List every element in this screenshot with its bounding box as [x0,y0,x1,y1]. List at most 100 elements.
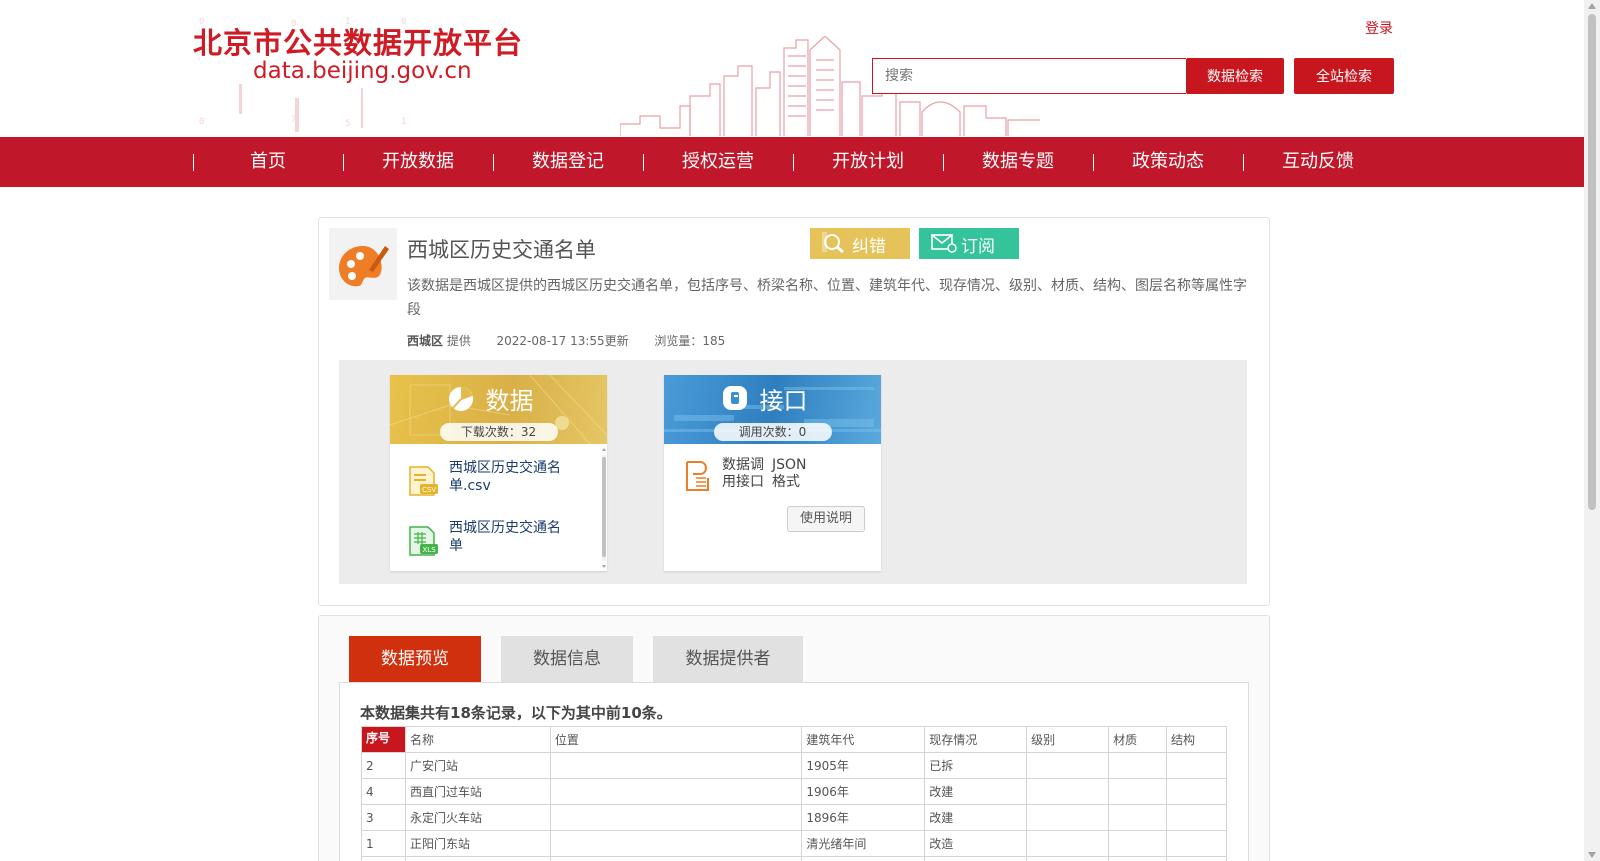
table-cell [549,778,803,805]
tab-data-info[interactable]: 数据信息 [501,636,633,682]
api-link-row[interactable]: 数据调用接口 JSON格式 [684,457,874,497]
dataset-provider[interactable]: 西城区 [407,334,443,348]
table-cell [1108,830,1167,857]
api-format: JSON格式 [772,457,807,490]
nav-item-policy-news[interactable]: 政策动态 [1093,137,1243,187]
dataset-title: 西城区历史交通名单 [407,238,596,262]
table-cell [1108,804,1167,831]
subscribe-label: 订阅 [961,237,995,257]
nav-item-data-registration[interactable]: 数据登记 [493,137,643,187]
data-search-button[interactable]: 数据检索 [1186,58,1284,94]
column-header[interactable]: 级别 [1026,726,1110,753]
dataset-updated-time: 2022-08-17 13:55更新 [496,334,629,348]
search-input[interactable] [872,58,1186,94]
svg-text:0: 0 [199,117,204,127]
table-cell: 已拆 [924,752,1028,779]
api-resource-box: 接口 调用次数：0 数据调用接口 JSON格式 使用说明 [664,375,881,571]
table-cell [1108,752,1167,779]
palette-icon [339,246,389,287]
nav-item-data-topics[interactable]: 数据专题 [943,137,1093,187]
table-cell [1166,830,1227,857]
column-header[interactable]: 名称 [404,726,551,753]
table-cell [1026,804,1110,831]
scrollbar-thumb[interactable] [602,457,606,557]
scroll-up-arrow[interactable] [1588,3,1596,9]
table-cell: 1896年 [801,804,926,831]
csv-file-icon: CSV [409,466,438,496]
table-cell [549,830,803,857]
table-cell [1026,752,1110,779]
site-logo-url[interactable]: data.beijing.gov.cn [253,58,472,84]
column-header[interactable]: 现存情况 [924,726,1028,753]
api-document-icon [686,461,709,491]
correct-error-button[interactable]: 纠错 [810,228,910,259]
table-cell [1166,804,1227,831]
api-usage-guide-button[interactable]: 使用说明 [787,506,865,532]
column-header[interactable]: 位置 [549,726,803,753]
resource-panel: 数据 下载次数：32 CSV 西城区历史交通名单.csv XLS 西城区历史交通… [339,360,1247,584]
dataset-card: 西城区历史交通名单 纠错 订阅 该数据是西城区提供的西城区历史交通名单，包括序号… [318,217,1270,606]
table-cell: 改建 [924,778,1028,805]
nav-item-home[interactable]: 首页 [193,137,343,187]
magnifier-icon [822,232,844,254]
table-cell [924,856,1028,861]
table-cell [1166,752,1227,779]
table-cell: 1906年 [801,778,926,805]
api-label: 数据调用接口 [722,457,764,490]
site-logo-title[interactable]: 北京市公共数据开放平台 [193,20,523,62]
table-cell [1166,856,1227,861]
login-link[interactable]: 登录 [1365,18,1393,38]
dataset-detail-card: 数据预览 数据信息 数据提供者 本数据集共有18条记录，以下为其中前10条。 序… [318,615,1270,861]
table-cell: 改造 [924,830,1028,857]
csv-file-name: 西城区历史交通名单.csv [449,460,561,494]
page: 0010 0751 北京市公共数据开放平台 data.beijing.gov.c… [0,0,1600,861]
api-resource-title: 接口 [759,387,808,415]
nav-item-open-plan[interactable]: 开放计划 [793,137,943,187]
page-scrollbar[interactable] [1584,0,1600,861]
scrollbar-thumb[interactable] [1588,14,1596,510]
table-row: 4 西直门过车站 1906年 改建 [361,778,1227,805]
column-header[interactable]: 结构 [1166,726,1227,753]
table-cell [1026,778,1110,805]
table-cell: 3 [361,804,406,831]
svg-text:XLS: XLS [423,546,437,554]
scroll-down-arrow[interactable] [1588,852,1596,858]
table-cell: 西直门过车站 [404,778,551,805]
table-row: 2 广安门站 1905年 已拆 [361,752,1227,779]
preview-table: 序号 名称 位置 建筑年代 现存情况 级别 材质 结构 2 广安门站 1905年… [361,726,1227,861]
nav-item-feedback[interactable]: 互动反馈 [1243,137,1393,187]
data-resource-box: 数据 下载次数：32 CSV 西城区历史交通名单.csv XLS 西城区历史交通… [390,375,607,571]
tab-data-provider[interactable]: 数据提供者 [653,636,803,682]
nav-item-open-data[interactable]: 开放数据 [343,137,493,187]
dataset-view-count: 浏览量：185 [654,334,726,348]
data-preview-panel: 本数据集共有18条记录，以下为其中前10条。 序号 名称 位置 建筑年代 现存情… [339,682,1249,861]
table-cell [549,804,803,831]
table-cell: 正阳门东站 [404,830,551,857]
file-list-scrollbar[interactable] [601,445,607,571]
mail-icon [931,234,957,253]
table-cell [1026,856,1110,861]
svg-text:1: 1 [401,117,406,127]
table-cell [549,752,803,779]
api-call-count-badge: 调用次数：0 [713,423,832,441]
table-cell: 1 [361,830,406,857]
download-count-badge: 下载次数：32 [439,423,558,441]
csv-file-link[interactable]: CSV 西城区历史交通名单.csv [408,459,588,503]
xls-file-icon: XLS [409,526,438,556]
column-header[interactable]: 序号 [361,726,406,753]
column-header[interactable]: 材质 [1108,726,1167,753]
site-search-button[interactable]: 全站检索 [1294,58,1394,94]
table-cell [361,856,406,861]
main-nav: 首页 开放数据 数据登记 授权运营 开放计划 数据专题 政策动态 互动反馈 [0,137,1584,187]
subscribe-button[interactable]: 订阅 [919,228,1019,259]
column-header[interactable]: 建筑年代 [801,726,926,753]
dataset-meta: 西城区 提供 2022-08-17 13:55更新 浏览量：185 [407,332,725,349]
tab-data-preview[interactable]: 数据预览 [349,636,481,682]
table-cell [1108,856,1167,861]
table-cell [549,856,803,861]
table-cell: 改建 [924,804,1028,831]
nav-item-authorized-operation[interactable]: 授权运营 [643,137,793,187]
xls-file-link[interactable]: XLS 西城区历史交通名单 [408,519,588,563]
svg-text:5: 5 [345,119,350,129]
table-cell: 广安门站 [404,752,551,779]
